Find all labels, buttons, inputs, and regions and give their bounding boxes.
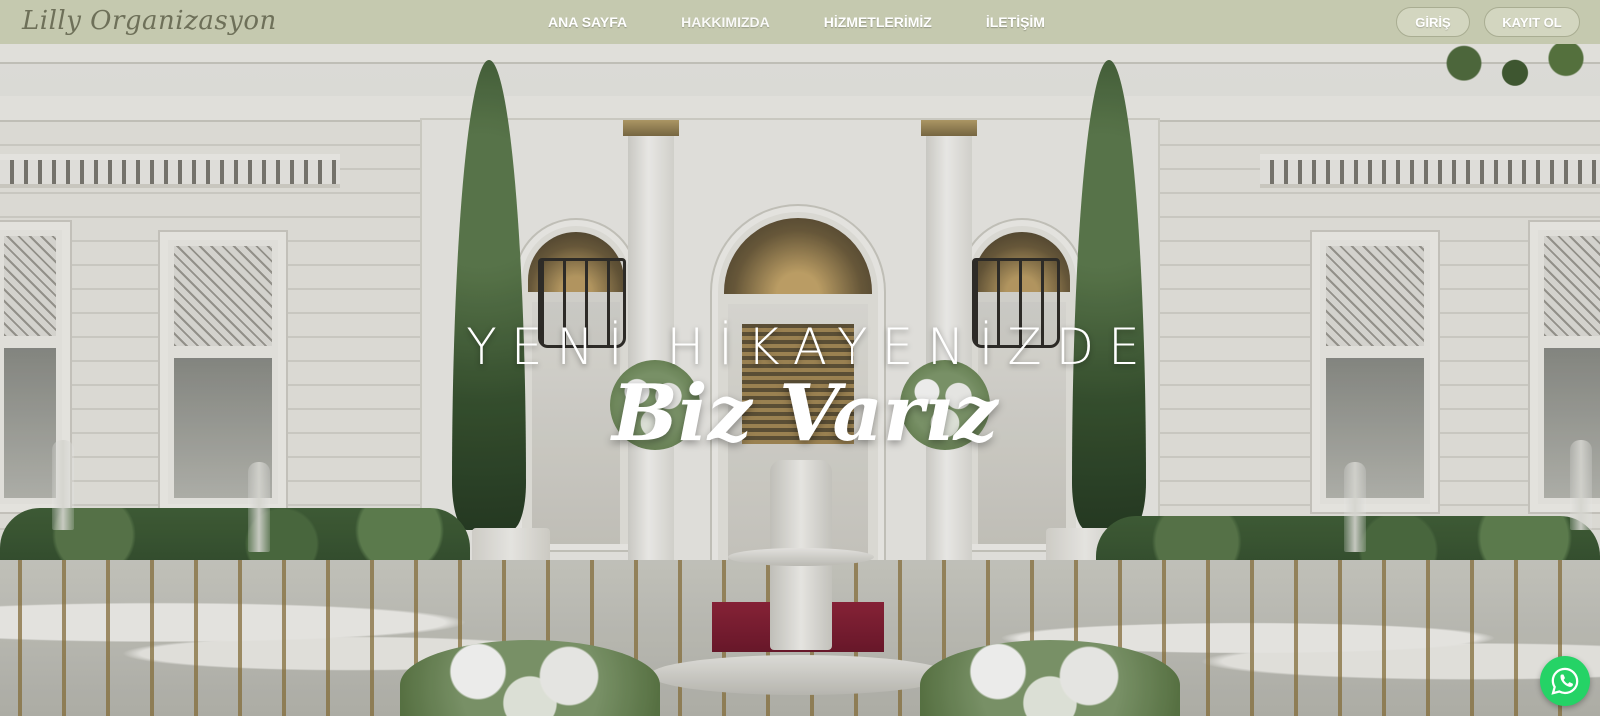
login-button[interactable]: GİRİŞ bbox=[1396, 7, 1470, 37]
nav-item-about[interactable]: HAKKIMIZDA bbox=[681, 14, 770, 30]
top-navbar: Lilly Organizasyon ANA SAYFA HAKKIMIZDA … bbox=[0, 0, 1600, 44]
hero-background-image bbox=[0, 0, 1600, 716]
main-nav: ANA SAYFA HAKKIMIZDA HİZMETLERİMİZ İLETİ… bbox=[548, 0, 1099, 44]
whatsapp-icon bbox=[1551, 667, 1579, 695]
whatsapp-chat-button[interactable] bbox=[1540, 656, 1590, 706]
nav-item-services[interactable]: HİZMETLERİMİZ bbox=[824, 14, 932, 30]
nav-item-contact[interactable]: İLETİŞİM bbox=[986, 14, 1045, 30]
nav-item-home[interactable]: ANA SAYFA bbox=[548, 14, 627, 30]
brand-logo[interactable]: Lilly Organizasyon bbox=[22, 6, 277, 36]
register-button[interactable]: KAYIT OL bbox=[1484, 7, 1580, 37]
